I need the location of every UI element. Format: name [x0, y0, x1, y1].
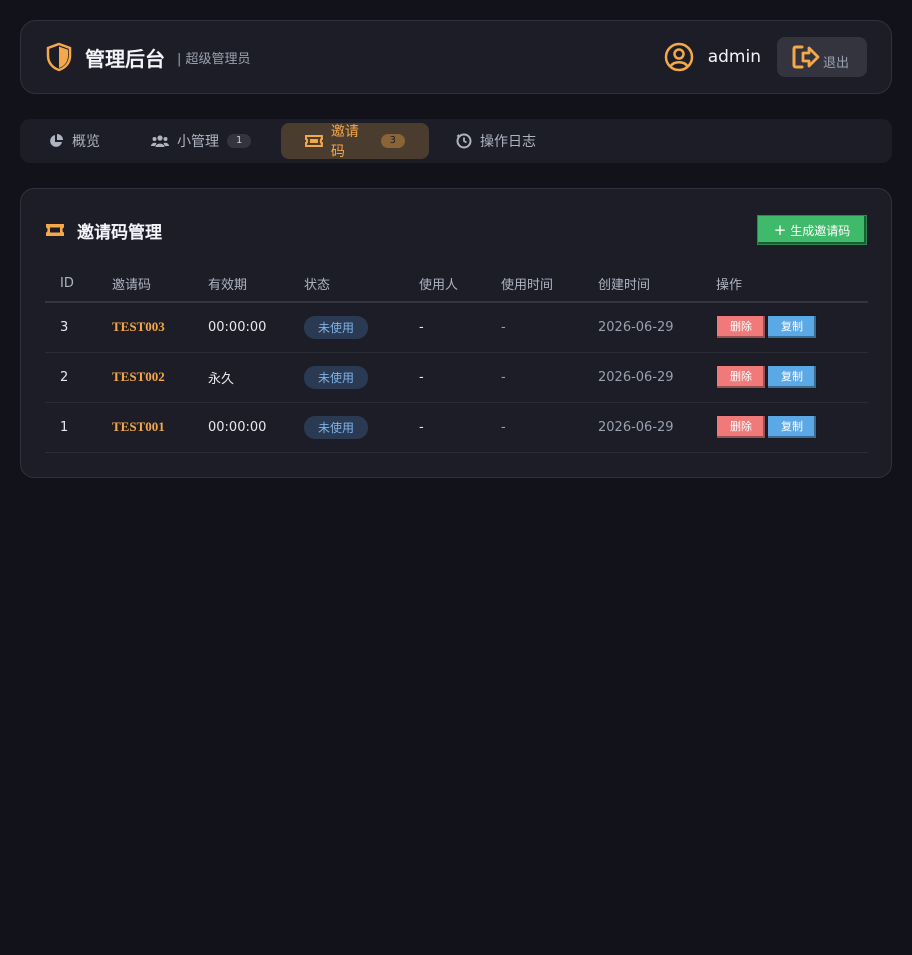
status-badge: 未使用: [304, 415, 369, 439]
cell-validity: 00:00:00: [193, 302, 289, 353]
cell-status: 未使用: [289, 352, 404, 403]
brand: 管理后台 | 超级管理员: [45, 42, 251, 72]
logout-button[interactable]: 退出: [777, 37, 867, 77]
cell-validity: 永久: [193, 352, 289, 403]
cell-id: 1: [45, 402, 97, 453]
ticket-icon: [46, 224, 64, 236]
tab-sub-admins[interactable]: 小管理 1: [151, 123, 252, 159]
cell-used-at: -: [486, 402, 583, 453]
shield-icon: [46, 42, 72, 72]
cell-created: 2026-06-29: [583, 402, 701, 453]
app-header: 管理后台 | 超级管理员 admin 退出: [20, 20, 892, 94]
cell-actions: 删除 复制: [701, 302, 868, 353]
cell-user: -: [404, 402, 486, 453]
cell-status: 未使用: [289, 302, 404, 353]
cell-user: -: [404, 302, 486, 353]
generate-label: 生成邀请码: [790, 223, 851, 238]
tab-label: 邀请码: [330, 124, 359, 160]
column-header: 邀请码: [97, 265, 193, 303]
column-header: 创建时间: [583, 265, 701, 303]
status-badge: 未使用: [304, 365, 369, 389]
user-avatar-icon[interactable]: [664, 42, 694, 72]
delete-button[interactable]: 删除: [716, 365, 766, 389]
table-row: 1 TEST001 00:00:00 未使用 - - 2026-06-29 删除…: [45, 402, 868, 453]
count-badge: 3: [380, 134, 405, 148]
count-badge: 1: [227, 134, 252, 148]
cell-actions: 删除 复制: [701, 352, 868, 403]
user-area: admin 退出: [664, 37, 867, 77]
users-icon: [151, 135, 169, 147]
copy-button[interactable]: 复制: [767, 365, 817, 389]
app-title: 管理后台: [85, 46, 165, 71]
generate-code-button[interactable]: + 生成邀请码: [757, 215, 867, 245]
delete-button[interactable]: 删除: [716, 315, 766, 340]
tab-label: 概览: [72, 134, 100, 150]
panel-title: 邀请码管理: [77, 222, 162, 243]
pie-chart-icon: [50, 134, 63, 147]
delete-button[interactable]: 删除: [716, 415, 766, 439]
tab-invite-codes[interactable]: 邀请码 3: [281, 123, 429, 160]
tab-bar: 概览 小管理 1 邀请码 3 操作日志: [20, 119, 892, 163]
panel-header: 邀请码管理 + 生成邀请码: [45, 215, 867, 245]
column-header: 操作: [701, 265, 868, 303]
cell-created: 2026-06-29: [583, 352, 701, 403]
cell-id: 2: [45, 352, 97, 403]
plus-icon: +: [773, 221, 787, 239]
column-header: 有效期: [193, 265, 289, 303]
table-row: 2 TEST002 永久 未使用 - - 2026-06-29 删除 复制: [45, 352, 868, 403]
cell-status: 未使用: [289, 402, 404, 453]
tab-label: 操作日志: [480, 134, 536, 150]
cell-actions: 删除 复制: [701, 402, 868, 453]
cell-code: TEST001: [97, 402, 193, 453]
table-header-row: ID 邀请码 有效期 状态 使用人 使用时间 创建时间 操作: [45, 265, 868, 303]
role-label: | 超级管理员: [177, 51, 251, 67]
cell-used-at: -: [486, 302, 583, 353]
copy-button[interactable]: 复制: [767, 415, 817, 439]
logout-icon: [792, 45, 820, 69]
cell-validity: 00:00:00: [193, 402, 289, 453]
cell-user: -: [404, 352, 486, 403]
tab-overview[interactable]: 概览: [48, 123, 100, 159]
table-row: 3 TEST003 00:00:00 未使用 - - 2026-06-29 删除…: [45, 302, 868, 353]
cell-id: 3: [45, 302, 97, 353]
invite-code-panel: 邀请码管理 + 生成邀请码 ID 邀请码 有效期 状态 使用人 使用时间 创建时…: [20, 188, 892, 478]
cell-created: 2026-06-29: [583, 302, 701, 353]
column-header: ID: [45, 265, 97, 303]
invite-code-table: ID 邀请码 有效期 状态 使用人 使用时间 创建时间 操作 3 TEST003…: [45, 265, 868, 453]
column-header: 状态: [289, 265, 404, 303]
status-badge: 未使用: [304, 315, 369, 339]
column-header: 使用时间: [486, 265, 583, 303]
column-header: 使用人: [404, 265, 486, 303]
cell-code: TEST002: [97, 352, 193, 403]
history-icon: [456, 133, 472, 149]
cell-used-at: -: [486, 352, 583, 403]
cell-code: TEST003: [97, 302, 193, 353]
copy-button[interactable]: 复制: [767, 315, 817, 340]
ticket-icon: [305, 135, 323, 147]
tab-operation-log[interactable]: 操作日志: [456, 123, 536, 159]
logout-label: 退出: [823, 55, 850, 71]
tab-label: 小管理: [177, 134, 219, 150]
username: admin: [707, 47, 761, 67]
